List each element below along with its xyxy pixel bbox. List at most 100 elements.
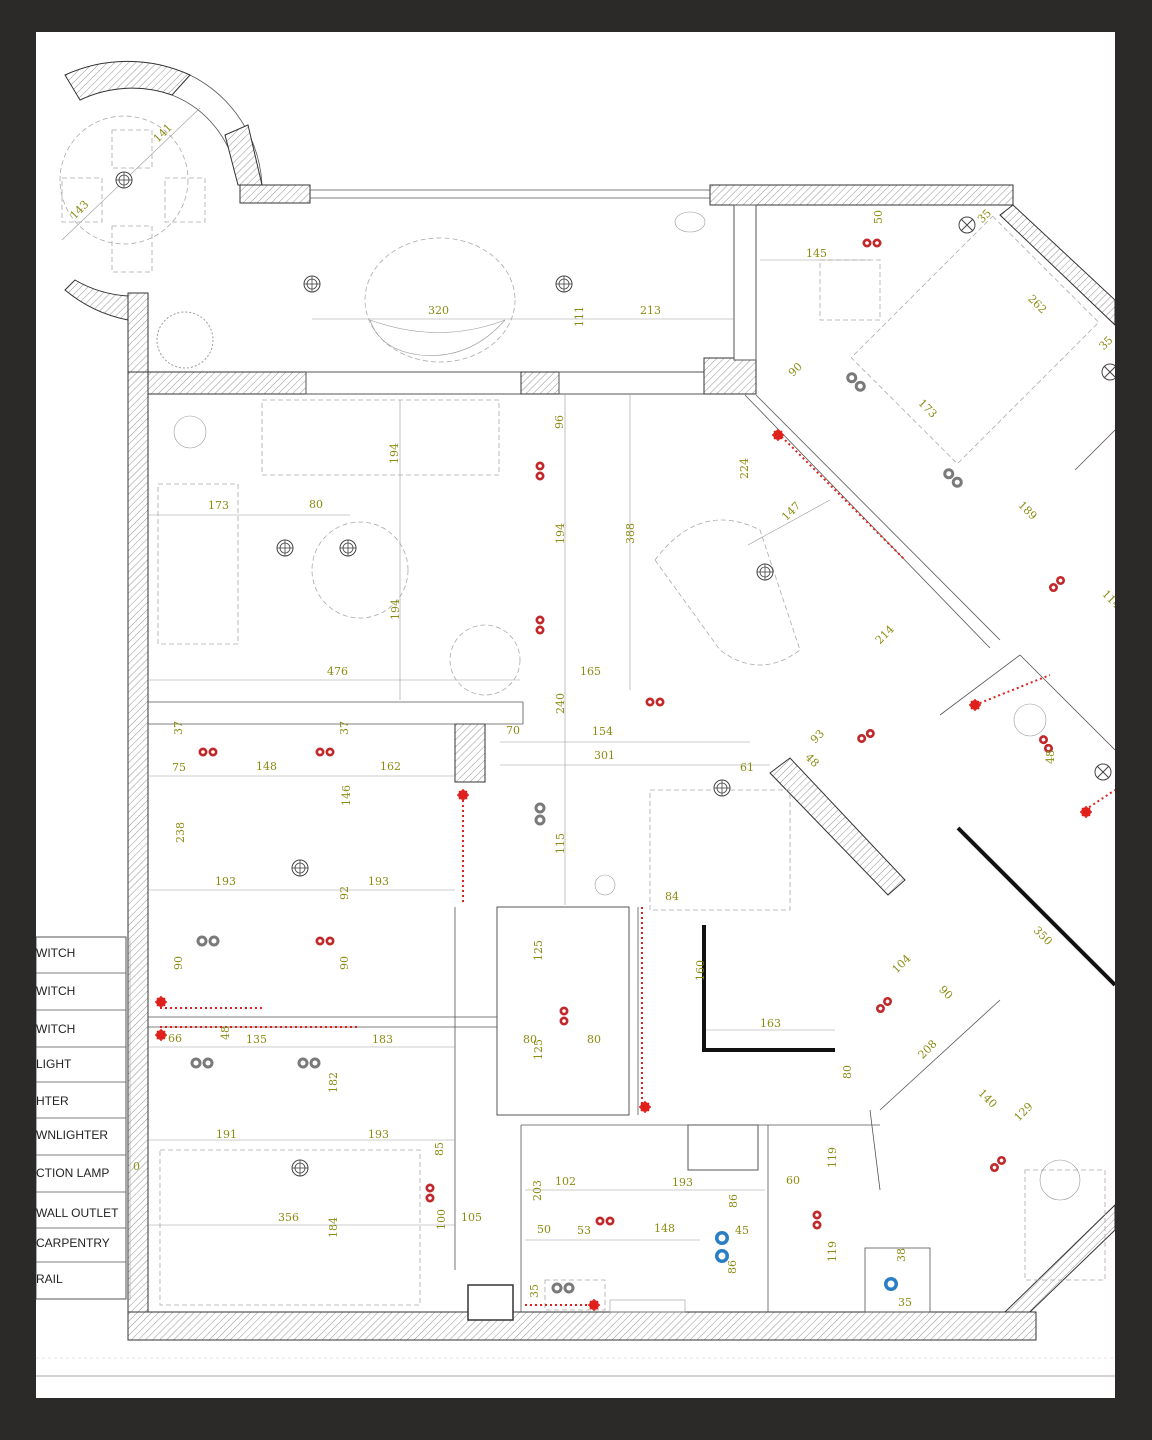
dim-label: 125: [532, 940, 545, 961]
dim-label: 90: [936, 983, 955, 1002]
dim-label: 320: [428, 304, 449, 317]
dim-label: 102: [555, 1175, 576, 1188]
dim-label: 35: [528, 1284, 541, 1298]
dim-label: 80: [587, 1033, 601, 1046]
dim-label: 173: [916, 397, 940, 421]
dim-label: 141: [151, 121, 175, 145]
legend-label: LIGHT: [36, 1057, 72, 1071]
dim-label: 85: [433, 1142, 446, 1156]
dim-label: 193: [672, 1176, 693, 1189]
dim-label: 48: [803, 751, 822, 770]
dim-label: 193: [215, 875, 236, 888]
dim-label: 37: [338, 721, 351, 735]
dim-label: 183: [372, 1033, 393, 1046]
dim-label: 145: [806, 247, 827, 260]
dim-label: 37: [172, 721, 185, 735]
dim-label: 147: [779, 499, 803, 523]
dim-label: 135: [246, 1033, 267, 1046]
dim-label: 191: [216, 1128, 237, 1141]
dim-label: 388: [624, 523, 637, 544]
dim-label: 105: [461, 1211, 482, 1224]
dim-label: 90: [172, 956, 185, 970]
dim-label: 148: [256, 760, 277, 773]
legend-label: WITCH: [36, 946, 75, 960]
dim-label: 194: [389, 599, 402, 620]
floor-plan-sheet: 141 143 320 111 213 145 50 35 262 35 90 …: [36, 32, 1115, 1398]
legend-label: WALL OUTLET: [36, 1206, 119, 1220]
dim-label: 100: [435, 1209, 448, 1230]
dim-label: 80: [309, 498, 323, 511]
dim-label: 61: [740, 761, 754, 774]
dim-label: 115: [554, 833, 567, 854]
dim-label: 50: [537, 1223, 551, 1236]
dim-label: 50: [872, 210, 885, 224]
dim-label: 143: [67, 198, 91, 222]
dim-label: 114: [1099, 587, 1115, 611]
dim-label: 92: [338, 886, 351, 900]
dim-label: 129: [1012, 1100, 1036, 1124]
wall-outlets: [715, 1231, 898, 1291]
dim-label: 163: [760, 1017, 781, 1030]
dim-label: 160: [694, 960, 707, 981]
dim-label: 208: [916, 1037, 940, 1061]
dim-label: 86: [727, 1194, 740, 1208]
dim-label: 90: [786, 360, 805, 379]
symbol-legend: WITCH WITCH WITCH LIGHT HTER WNLIGHTER C…: [36, 936, 127, 1300]
legend-label: WITCH: [36, 984, 75, 998]
dim-label: 189: [1016, 499, 1040, 523]
dim-label: 38: [895, 1248, 908, 1262]
dim-label: 60: [786, 1174, 800, 1187]
legend-label: WNLIGHTER: [36, 1128, 108, 1142]
dim-label: 119: [826, 1241, 839, 1262]
dim-label: 476: [327, 665, 348, 678]
dim-label: 240: [554, 693, 567, 714]
dim-label: 104: [890, 952, 914, 976]
legend-label: CARPENTRY: [36, 1236, 110, 1250]
dim-label: 146: [340, 785, 353, 806]
dim-label: 182: [327, 1072, 340, 1093]
dim-label: 350: [1031, 924, 1055, 948]
dim-label: 45: [735, 1224, 749, 1237]
dim-label: 48: [219, 1026, 232, 1040]
dim-label: 125: [532, 1039, 545, 1060]
legend-label: CTION LAMP: [36, 1166, 109, 1180]
dim-label: 214: [873, 623, 897, 647]
dim-label: 90: [338, 956, 351, 970]
dim-label: 35: [1097, 334, 1115, 353]
dim-label: 193: [368, 1128, 389, 1141]
legend-label: WITCH: [36, 1022, 75, 1036]
floor-plan-drawing: 141 143 320 111 213 145 50 35 262 35 90 …: [36, 60, 1115, 1377]
dim-label: 86: [726, 1260, 739, 1274]
legend-label: HTER: [36, 1094, 69, 1108]
dim-label: 194: [388, 443, 401, 464]
dim-label: 111: [573, 306, 586, 327]
dim-label: 70: [506, 724, 520, 737]
dim-label: 66: [168, 1032, 182, 1045]
dim-label: 165: [580, 665, 601, 678]
round-balcony: [59, 60, 263, 321]
dim-label: 84: [665, 890, 679, 903]
dim-label: 75: [172, 761, 186, 774]
dim-label: 213: [640, 304, 661, 317]
dim-label: 48: [1044, 750, 1057, 764]
dim-label: 93: [808, 727, 827, 746]
dim-label: 301: [594, 749, 615, 762]
dim-label: 184: [327, 1217, 340, 1238]
dim-label: 35: [898, 1296, 912, 1309]
dim-label: 173: [208, 499, 229, 512]
dim-label: 194: [554, 523, 567, 544]
dimension-labels: 141 143 320 111 213 145 50 35 262 35 90 …: [67, 121, 1115, 1309]
dim-label: 53: [577, 1224, 591, 1237]
dim-label: 119: [826, 1147, 839, 1168]
dim-label: 238: [174, 822, 187, 843]
dim-label: 35: [975, 207, 994, 226]
dim-label: 140: [976, 1087, 1000, 1111]
dim-label: 148: [654, 1222, 675, 1235]
dim-label: 356: [278, 1211, 299, 1224]
dim-label: 96: [553, 415, 566, 429]
dim-label: 154: [592, 725, 613, 738]
legend-label: RAIL: [36, 1272, 63, 1286]
ceiling-lights: [276, 216, 1115, 1177]
dim-label: 224: [738, 458, 751, 479]
dim-label: 203: [531, 1180, 544, 1201]
